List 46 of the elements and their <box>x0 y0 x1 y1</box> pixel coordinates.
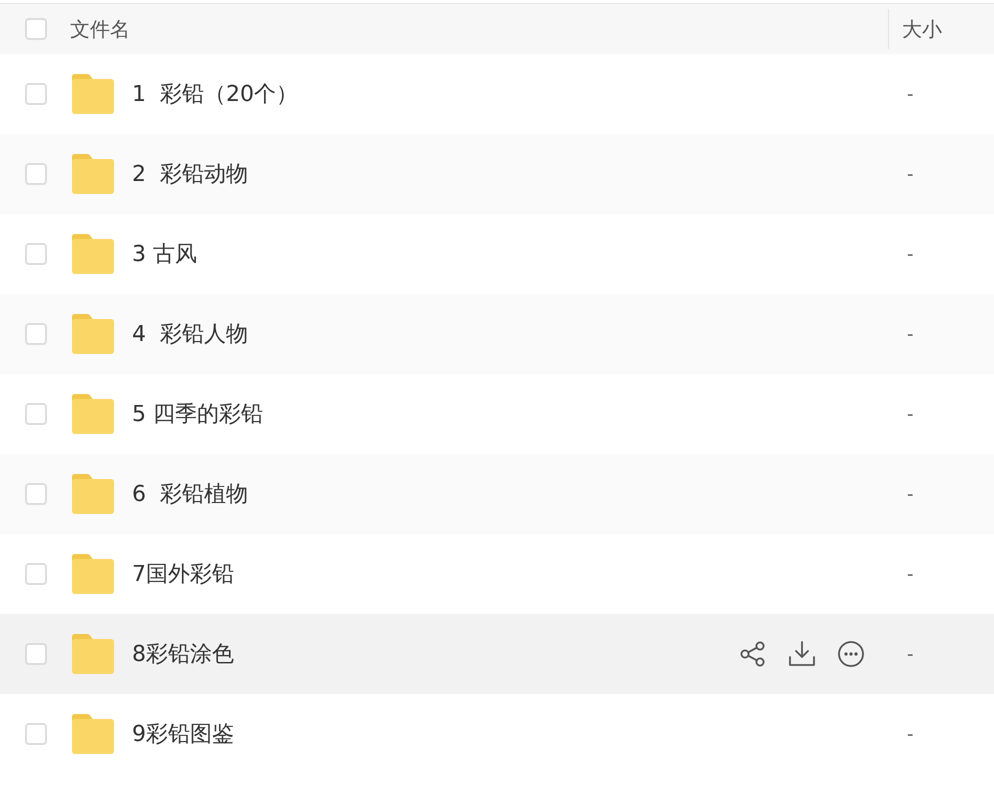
checkbox[interactable] <box>25 483 47 505</box>
file-name[interactable]: 9彩铅图鉴 <box>132 718 234 750</box>
checkbox[interactable] <box>25 563 47 585</box>
file-size: - <box>907 162 914 186</box>
folder-icon <box>72 314 114 354</box>
file-name[interactable]: 2 彩铅动物 <box>132 158 248 190</box>
checkbox[interactable] <box>25 323 47 345</box>
file-name[interactable]: 7国外彩铅 <box>132 558 234 590</box>
checkbox[interactable] <box>25 83 47 105</box>
folder-icon <box>72 554 114 594</box>
file-row[interactable]: 8彩铅涂色 - <box>0 614 994 694</box>
file-size: - <box>907 402 914 426</box>
more-icon[interactable] <box>838 641 864 667</box>
file-size: - <box>907 242 914 266</box>
share-icon[interactable] <box>740 641 766 667</box>
file-name[interactable]: 1 彩铅（20个） <box>132 78 298 110</box>
checkbox[interactable] <box>25 18 47 40</box>
file-name[interactable]: 6 彩铅植物 <box>132 478 248 510</box>
file-size: - <box>907 562 914 586</box>
folder-icon <box>72 234 114 274</box>
download-icon[interactable] <box>789 641 815 667</box>
file-name[interactable]: 3 古风 <box>132 238 197 270</box>
file-size: - <box>907 642 914 666</box>
checkbox[interactable] <box>25 643 47 665</box>
folder-icon <box>72 634 114 674</box>
file-row[interactable]: 6 彩铅植物 - <box>0 454 994 534</box>
folder-icon <box>72 714 114 754</box>
file-size: - <box>907 322 914 346</box>
folder-icon <box>72 74 114 114</box>
column-header[interactable]: 文件名 <box>70 14 130 44</box>
file-size: - <box>907 722 914 746</box>
column-header[interactable]: 大小 <box>902 14 942 44</box>
file-name[interactable]: 5 四季的彩铅 <box>132 398 263 430</box>
folder-icon <box>72 474 114 514</box>
folder-icon <box>72 154 114 194</box>
file-row[interactable]: 4 彩铅人物 - <box>0 294 994 374</box>
file-name[interactable]: 4 彩铅人物 <box>132 318 248 350</box>
file-size: - <box>907 82 914 106</box>
file-name[interactable]: 8彩铅涂色 <box>132 638 234 670</box>
file-row[interactable]: 2 彩铅动物 - <box>0 134 994 214</box>
checkbox[interactable] <box>25 243 47 265</box>
folder-icon <box>72 394 114 434</box>
checkbox[interactable] <box>25 163 47 185</box>
checkbox[interactable] <box>25 403 47 425</box>
file-size: - <box>907 482 914 506</box>
checkbox[interactable] <box>25 723 47 745</box>
